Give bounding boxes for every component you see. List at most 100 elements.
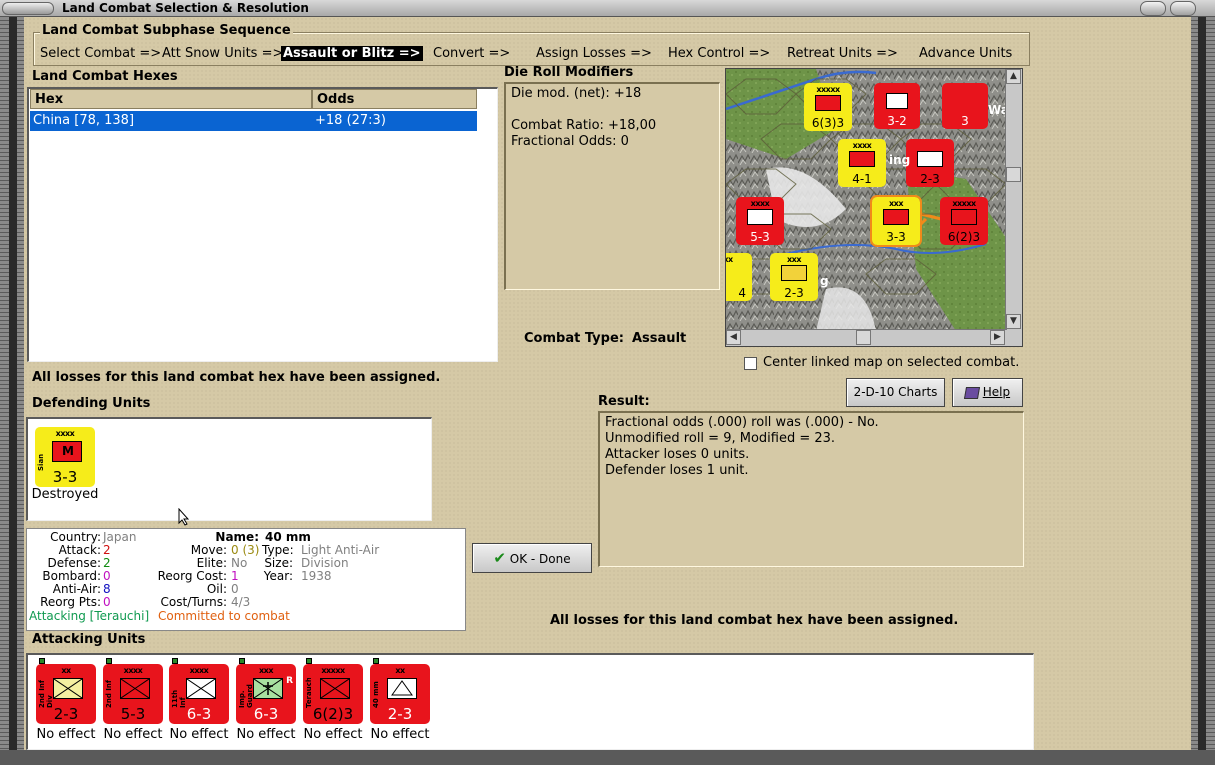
map-label-city: g xyxy=(820,274,829,288)
move-label: Move: xyxy=(190,543,227,557)
combat-type-value: Assault xyxy=(632,331,687,346)
year-label: Year: xyxy=(263,569,293,583)
oil-label: Oil: xyxy=(206,582,227,596)
attacking-unit-counter[interactable]: xx 40 mm 2-3 xyxy=(370,658,430,724)
attacking-unit-counter[interactable]: xxxx 11th Inf 6-3 xyxy=(169,658,229,724)
seq-step-hex-control: Hex Control => xyxy=(668,46,771,61)
elite-value: No xyxy=(231,556,248,570)
land-combat-hexes-title: Land Combat Hexes xyxy=(32,69,178,84)
fractional-odds: Fractional Odds: 0 xyxy=(511,134,629,149)
map-counter[interactable]: xxxx 5-3 xyxy=(736,197,784,245)
ok-done-button[interactable]: ✔ OK - Done xyxy=(472,543,592,573)
checkmark-icon: ✔ xyxy=(493,549,506,567)
map-counter[interactable]: 3-2 xyxy=(874,83,920,129)
help-button[interactable]: Help xyxy=(952,378,1023,407)
land-combat-hexes-table: Hex Odds China [78, 138] +18 (27:3) xyxy=(27,87,498,362)
map-counter-selected[interactable]: xxx 3-3 xyxy=(870,195,922,247)
result-line: Fractional odds (.000) roll was (.000) -… xyxy=(605,415,879,430)
map-counter[interactable]: xxxxx 6(2)3 xyxy=(940,197,988,245)
attacking-unit-counter[interactable]: xxxxx Terauchi 6(2)3 xyxy=(303,658,363,724)
attacking-unit-status: No effect xyxy=(303,727,363,742)
attacking-unit-status: No effect xyxy=(169,727,229,742)
attacking-unit-status: No effect xyxy=(36,727,96,742)
elite-label: Elite: xyxy=(196,556,227,570)
motorized-symbol: M xyxy=(62,444,74,458)
anti-air-label: Anti-Air: xyxy=(52,582,101,596)
scroll-up-button[interactable]: ▲ xyxy=(1006,69,1021,84)
window-frame-bottom xyxy=(0,750,1215,765)
reorg-cost-value: 1 xyxy=(231,569,239,583)
charts-button[interactable]: 2-D-10 Charts xyxy=(846,378,945,407)
cost-turns-value: 4/3 xyxy=(231,595,251,609)
result-title: Result: xyxy=(598,394,650,409)
minimize-button[interactable] xyxy=(1140,1,1166,16)
defending-unit-counter[interactable]: xxxx Sian M 3-3 xyxy=(35,427,95,487)
oil-value: 0 xyxy=(231,582,239,596)
cost-turns-label: Cost/Turns: xyxy=(160,595,227,609)
map-counter[interactable]: xxxxx 6(3)3 xyxy=(804,83,852,131)
title-bar: Land Combat Selection & Resolution xyxy=(0,0,1215,17)
result-box: Fractional odds (.000) roll was (.000) -… xyxy=(598,411,1024,567)
map-label-city: ing xyxy=(889,153,911,167)
scroll-down-button[interactable]: ▼ xyxy=(1006,314,1021,329)
center-map-checkbox[interactable] xyxy=(744,357,757,370)
map-vertical-scrollbar[interactable]: ▲ ▼ xyxy=(1005,69,1022,346)
anti-air-value: 8 xyxy=(103,582,111,596)
size-label: Size: xyxy=(264,556,293,570)
defense-value: 2 xyxy=(103,556,111,570)
die-roll-modifiers-title: Die Roll Modifiers xyxy=(504,65,634,80)
window-frame-right xyxy=(1191,17,1215,765)
seq-step-retreat-units: Retreat Units => xyxy=(787,46,898,61)
defending-units-panel: xxxx Sian M 3-3 Destroyed xyxy=(26,417,432,521)
name-value: 40 mm xyxy=(265,530,311,544)
mouse-cursor-icon xyxy=(178,508,190,526)
help-button-label: Help xyxy=(982,385,1011,399)
type-label: Type: xyxy=(262,543,294,557)
losses-assigned-message-bottom: All losses for this land combat hex have… xyxy=(550,613,959,628)
column-header-hex[interactable]: Hex xyxy=(30,89,312,109)
window-frame-left xyxy=(0,17,24,765)
map-counter[interactable]: 3 xyxy=(942,83,988,129)
result-line: Attacker loses 0 units. xyxy=(605,447,750,462)
attacking-unit-counter[interactable]: xxxx 2nd Inf 5-3 xyxy=(103,658,163,724)
map-horizontal-scrollbar[interactable]: ◀ ▶ xyxy=(726,329,1007,346)
seq-step-convert: Convert => xyxy=(433,46,511,61)
ok-done-label: OK - Done xyxy=(509,552,571,566)
system-menu-button[interactable] xyxy=(2,2,54,15)
combat-ratio: Combat Ratio: +18,00 xyxy=(511,118,657,133)
attacking-unit-status: No effect xyxy=(103,727,163,742)
die-roll-modifiers-box: Die mod. (net): +18 Combat Ratio: +18,00… xyxy=(504,82,720,290)
die-roll-blank xyxy=(511,102,714,118)
type-value: Light Anti-Air xyxy=(301,543,380,557)
seq-step-att-snow-units: Att Snow Units => xyxy=(162,46,284,61)
reorg-pts-label: Reorg Pts: xyxy=(40,595,101,609)
scroll-thumb[interactable] xyxy=(1006,167,1021,182)
committed-status: Committed to combat xyxy=(158,609,290,623)
maximize-button[interactable] xyxy=(1170,1,1196,16)
attacking-unit-counter[interactable]: xx 2nd Inf Div 2-3 xyxy=(36,658,96,724)
country-value: Japan xyxy=(103,530,137,544)
linked-map[interactable]: xxxxx 6(3)3 3-2 3 xxxx 4-1 2-3 xxxx 5-3 xyxy=(725,68,1023,347)
table-row[interactable]: China [78, 138] +18 (27:3) xyxy=(30,111,477,131)
map-counter[interactable]: xx 4 xyxy=(726,253,752,301)
reorg-pts-value: 0 xyxy=(103,595,111,609)
attack-label: Attack: xyxy=(58,543,101,557)
map-counter[interactable]: 2-3 xyxy=(906,139,954,187)
size-value: Division xyxy=(301,556,349,570)
country-label: Country: xyxy=(50,530,101,544)
die-mod-net: Die mod. (net): +18 xyxy=(511,86,642,101)
scroll-right-button[interactable]: ▶ xyxy=(990,330,1005,345)
map-counter[interactable]: xxx 2-3 xyxy=(770,253,818,301)
attacking-units-panel: xx 2nd Inf Div 2-3 No effect xxxx 2nd In… xyxy=(26,653,1034,750)
map-counter[interactable]: xxxx 4-1 xyxy=(838,139,886,187)
bombard-label: Bombard: xyxy=(42,569,101,583)
column-header-odds[interactable]: Odds xyxy=(312,89,477,109)
scroll-left-button[interactable]: ◀ xyxy=(726,330,741,345)
attacking-unit-counter[interactable]: xxx R Imp. Guard 6-3 xyxy=(236,658,296,724)
combat-type-label: Combat Type: xyxy=(524,331,624,346)
defense-label: Defense: xyxy=(47,556,101,570)
year-value: 1938 xyxy=(301,569,332,583)
seq-step-assault-or-blitz: Assault or Blitz => xyxy=(281,46,423,61)
scroll-thumb[interactable] xyxy=(856,330,871,345)
seq-step-advance-units: Advance Units xyxy=(919,46,1013,61)
